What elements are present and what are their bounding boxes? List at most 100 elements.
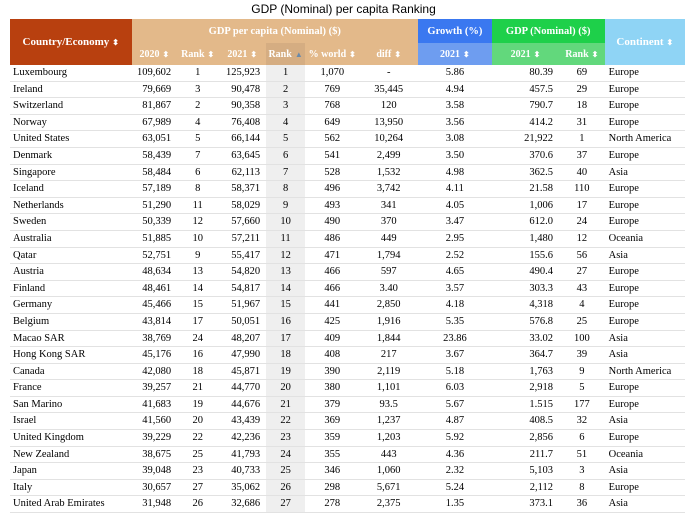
rank-2020-cell: 1 (177, 65, 219, 82)
rank-2021-cell: 13 (266, 263, 306, 281)
sort-icon: ⬍ (162, 49, 170, 59)
subheader-pct-world[interactable]: % world ⬍ (305, 43, 360, 65)
growth-cell: 5.35 (418, 313, 492, 331)
diff-cell: 1,203 (359, 429, 418, 447)
country-cell: Macao SAR (10, 330, 132, 348)
gdp-nominal-cell: 408.5 (491, 412, 560, 431)
rank-2020-cell: 7 (177, 147, 219, 165)
gdp-nominal-cell: 2,856 (491, 429, 560, 447)
gdp-2020-cell: 39,048 (131, 462, 178, 480)
rank-2021-cell: 6 (266, 147, 306, 165)
gdp-nominal-rank-cell: 177 (559, 396, 605, 414)
gdp-ranking-table: Country/Economy ⬍ GDP per capita (Nominal… (10, 19, 685, 513)
subheader-gdp-nominal-2021[interactable]: 2021 ⬍ (491, 43, 560, 65)
growth-cell: 23.86 (418, 330, 492, 348)
table-row: Germany 45,466 15 51,967 15 441 2,850 4.18 4,318… (10, 296, 685, 314)
subheader-growth-2021[interactable]: 2021 ⬍ (418, 43, 492, 65)
continent-cell: Asia (604, 247, 685, 265)
sort-icon: ⬍ (349, 49, 356, 59)
rank-2021-cell: 17 (266, 330, 306, 348)
pct-world-cell: 466 (305, 280, 360, 298)
gdp-nominal-cell: 80.39 (491, 65, 560, 82)
table-row: Sweden 50,339 12 57,660 10 490 370 3.47 612.0 24 E… (10, 213, 685, 231)
rank-2020-cell: 20 (177, 412, 219, 431)
rank-2020-cell: 17 (177, 313, 219, 331)
rank-2020-cell: 11 (177, 197, 219, 215)
continent-cell: Europe (604, 147, 685, 165)
gdp-nominal-cell: 576.8 (491, 313, 560, 331)
gdp-2021-cell: 63,645 (218, 147, 267, 165)
pct-world-cell: 768 (305, 97, 360, 115)
continent-cell: North America (604, 363, 685, 381)
rank-2021-cell: 19 (266, 363, 306, 381)
subheader-rank-2020[interactable]: Rank ⬍ (177, 43, 219, 65)
country-cell: United States (10, 130, 132, 148)
growth-cell: 6.03 (418, 379, 492, 397)
country-cell: Norway (10, 114, 132, 132)
growth-cell: 3.08 (418, 130, 492, 148)
gdp-nominal-cell: 2,918 (491, 379, 560, 397)
rank-2021-cell: 21 (266, 396, 306, 414)
continent-cell: Europe (604, 213, 685, 231)
header-continent[interactable]: Continent ⬍ (604, 19, 685, 65)
rank-2021-cell: 14 (266, 280, 306, 298)
pct-world-cell: 441 (305, 296, 360, 314)
table-row: United States 63,051 5 66,144 5 562 10,264 3.08… (10, 130, 685, 148)
gdp-nominal-rank-cell: 43 (559, 280, 605, 298)
rank-2021-cell: 23 (266, 429, 306, 447)
gdp-2021-cell: 35,062 (218, 479, 267, 497)
pct-world-cell: 471 (305, 247, 360, 265)
growth-cell: 3.50 (418, 147, 492, 165)
gdp-nominal-rank-cell: 100 (559, 330, 605, 348)
growth-cell: 4.98 (418, 164, 492, 182)
table-row: Italy 30,657 27 35,062 26 298 5,671 5.24 2,112 8 E… (10, 479, 685, 497)
gdp-nominal-cell: 303.3 (491, 280, 560, 298)
growth-cell: 5.67 (418, 396, 492, 414)
subheader-diff[interactable]: diff ⬍ (359, 43, 418, 65)
continent-cell: Europe (604, 396, 685, 414)
pct-world-cell: 562 (305, 130, 360, 148)
subheader-gdp-2020[interactable]: 2020 ⬍ (131, 43, 178, 65)
country-cell: Finland (10, 280, 132, 298)
header-gdp-nominal: GDP (Nominal) ($) (491, 19, 605, 43)
rank-2021-cell: 8 (266, 180, 306, 198)
gdp-2020-cell: 48,634 (131, 263, 178, 281)
gdp-nominal-cell: 1,006 (491, 197, 560, 215)
gdp-2020-cell: 42,080 (131, 363, 178, 381)
subheader-rank-2021[interactable]: Rank ▲ (266, 43, 306, 65)
gdp-2021-cell: 40,733 (218, 462, 267, 480)
table-row: New Zealand 38,675 25 41,793 24 355 443 4.36 211… (10, 446, 685, 464)
rank-2021-cell: 9 (266, 197, 306, 215)
gdp-nominal-rank-cell: 31 (559, 114, 605, 132)
subheader-gdp-2021[interactable]: 2021 ⬍ (218, 43, 267, 65)
continent-cell: Asia (604, 412, 685, 431)
subheader-gdp-nominal-rank[interactable]: Rank ⬍ (559, 43, 605, 65)
rank-2021-cell: 10 (266, 213, 306, 231)
gdp-nominal-rank-cell: 17 (559, 197, 605, 215)
diff-cell: 120 (359, 97, 418, 115)
gdp-2021-cell: 47,990 (218, 346, 267, 364)
growth-cell: 2.95 (418, 230, 492, 248)
table-row: Ireland 79,669 3 90,478 2 769 35,445 4.94 457.5 2… (10, 81, 685, 99)
gdp-nominal-rank-cell: 1 (559, 130, 605, 148)
diff-cell: 2,499 (359, 147, 418, 165)
gdp-2020-cell: 38,769 (131, 330, 178, 348)
table-row: Australia 51,885 10 57,211 11 486 449 2.95 1,480… (10, 230, 685, 248)
rank-2021-cell: 15 (266, 296, 306, 314)
sort-icon: ⬍ (250, 49, 258, 59)
rank-2021-cell: 16 (266, 313, 306, 331)
growth-cell: 3.67 (418, 346, 492, 364)
rank-2020-cell: 5 (177, 130, 219, 148)
growth-cell: 5.86 (418, 65, 492, 82)
rank-2021-cell: 25 (266, 462, 306, 480)
gdp-2021-cell: 58,029 (218, 197, 267, 215)
gdp-nominal-cell: 21,922 (491, 130, 560, 148)
pct-world-cell: 425 (305, 313, 360, 331)
diff-cell: 1,237 (359, 412, 418, 431)
diff-cell: 3,742 (359, 180, 418, 198)
header-country[interactable]: Country/Economy ⬍ (10, 19, 132, 65)
gdp-nominal-rank-cell: 3 (559, 462, 605, 480)
gdp-2020-cell: 41,560 (131, 412, 178, 431)
pct-world-cell: 541 (305, 147, 360, 165)
country-cell: Israel (10, 412, 132, 431)
